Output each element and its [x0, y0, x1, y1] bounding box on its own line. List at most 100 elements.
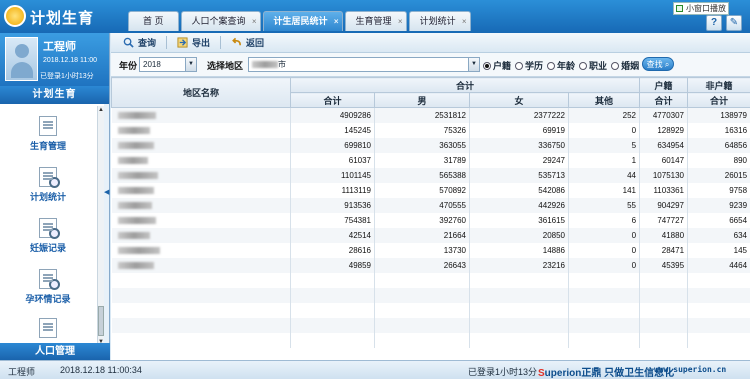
table-row[interactable]: 145245 75326 69919 0 128929 16316: [111, 122, 750, 138]
table-row[interactable]: [111, 317, 750, 333]
chevron-down-icon[interactable]: ▼: [468, 58, 479, 71]
region-blurred-text: [117, 201, 152, 209]
column-header-huji-total[interactable]: 合计: [639, 92, 689, 108]
user-login-duration: 已登录1小时13分: [40, 73, 94, 80]
value-cell: [687, 272, 750, 288]
radio-huji[interactable]: 户籍: [483, 59, 511, 72]
value-cell: 4909286: [290, 107, 375, 123]
value-cell: [639, 317, 689, 333]
radio-button[interactable]: [483, 61, 491, 70]
table-row[interactable]: 1113119 570892 542086 141 1103361 9758: [111, 182, 750, 198]
value-cell: 336750: [469, 137, 569, 153]
category-radio-group: 户籍 学历 年龄 职业 婚姻: [483, 59, 643, 72]
region-cell: [111, 122, 291, 138]
sidebar-section-population[interactable]: 人口管理: [0, 343, 110, 360]
value-cell: [374, 317, 470, 333]
column-header-total[interactable]: 合计: [290, 92, 375, 108]
value-cell: 570892: [374, 182, 470, 198]
export-button[interactable]: 导出: [171, 35, 216, 51]
sidebar-nav: 生育管理 计划统计 妊娠记录 孕环情记录: [0, 104, 104, 344]
value-cell: 1113119: [290, 182, 375, 198]
radio-age[interactable]: 年龄: [547, 59, 575, 72]
region-blurred-text: [252, 61, 278, 69]
table-row[interactable]: 913536 470555 442926 55 904297 9239: [111, 197, 750, 213]
column-header-female[interactable]: 女: [469, 92, 569, 108]
table-row[interactable]: 49859 26643 23216 0 45395 4464: [111, 257, 750, 273]
table-row[interactable]: 1101145 565388 535713 44 1075130 26015: [111, 167, 750, 183]
value-cell: 49859: [290, 257, 375, 273]
region-label: 选择地区: [207, 61, 244, 71]
radio-button[interactable]: [515, 61, 524, 70]
value-cell: [687, 317, 750, 333]
table-row[interactable]: 699810 363055 336750 5 634954 64856: [111, 137, 750, 153]
year-label: 年份: [119, 61, 138, 71]
value-cell: 542086: [469, 182, 569, 198]
popup-play-toggle[interactable]: 小窗口播放: [673, 2, 729, 15]
scroll-thumb[interactable]: [98, 306, 104, 336]
table-row[interactable]: [111, 332, 750, 348]
sidebar-section-title[interactable]: 计划生育: [0, 86, 109, 104]
chevron-down-icon[interactable]: ▼: [185, 58, 196, 71]
value-cell: 29247: [469, 152, 569, 168]
checkbox-icon[interactable]: [676, 5, 683, 12]
tab-3[interactable]: 生育管理 ×: [344, 11, 407, 31]
value-cell: 754381: [290, 212, 375, 228]
table-row[interactable]: 28616 13730 14886 0 28471 145: [111, 242, 750, 258]
sidebar-scrollbar[interactable]: ▲ ▼: [97, 106, 104, 346]
column-header-male[interactable]: 男: [374, 92, 470, 108]
radio-marriage[interactable]: 婚姻: [611, 59, 639, 72]
region-select[interactable]: 市 ▼: [248, 57, 480, 72]
close-icon[interactable]: ×: [334, 12, 339, 31]
collapse-sidebar-icon[interactable]: ◀: [104, 188, 110, 202]
table-row[interactable]: [111, 287, 750, 303]
tab-2[interactable]: 计生居民统计 ×: [262, 11, 343, 31]
tab-4[interactable]: 计划统计 ×: [408, 11, 471, 31]
table-row[interactable]: 61037 31789 29247 1 60147 890: [111, 152, 750, 168]
radio-button[interactable]: [579, 61, 588, 70]
value-cell: [290, 332, 375, 348]
column-header-nonhuji-total[interactable]: 合计: [687, 92, 750, 108]
region-blurred-text: [117, 141, 154, 149]
help-icon[interactable]: ?: [706, 15, 722, 31]
close-icon[interactable]: ×: [252, 12, 257, 31]
scroll-up-icon[interactable]: ▲: [98, 106, 104, 114]
table-row[interactable]: [111, 272, 750, 288]
status-bar: 工程师 2018.12.18 11:00:34 已登录1小时13分 Superi…: [0, 360, 750, 379]
tab-1[interactable]: 人口个案查询 ×: [180, 11, 261, 31]
sidebar-item-iud-record[interactable]: 孕环情记录: [0, 269, 96, 305]
column-header-region[interactable]: 地区名称: [111, 77, 291, 108]
value-cell: [290, 272, 375, 288]
back-button[interactable]: 返回: [225, 35, 270, 51]
table-row[interactable]: [111, 302, 750, 318]
radio-education[interactable]: 学历: [515, 59, 543, 72]
column-header-other[interactable]: 其他: [567, 92, 641, 108]
value-cell: 4464: [687, 257, 750, 273]
value-cell: 20850: [469, 227, 569, 243]
table-row[interactable]: 4909286 2531812 2377222 252 4770307 138979: [111, 107, 750, 123]
table-row[interactable]: 754381 392760 361615 6 747727 6654: [111, 212, 750, 228]
sidebar-item-plan-statistics[interactable]: 计划统计: [0, 167, 96, 203]
value-cell: 9758: [687, 182, 750, 198]
region-cell: [111, 152, 291, 168]
document-icon: [39, 116, 57, 136]
query-button[interactable]: 查询: [117, 35, 162, 51]
value-cell: 75326: [374, 122, 470, 138]
value-cell: 23216: [469, 257, 569, 273]
edit-icon[interactable]: ✎: [726, 15, 742, 31]
close-icon[interactable]: ×: [398, 12, 403, 31]
region-cell: [111, 257, 291, 273]
sidebar-item-birth-management[interactable]: 生育管理: [0, 116, 96, 152]
radio-button[interactable]: [547, 61, 556, 70]
radio-occupation[interactable]: 职业: [579, 59, 607, 72]
close-icon[interactable]: ×: [462, 12, 467, 31]
search-button[interactable]: 查找 ⌕: [642, 57, 674, 71]
sidebar-item-pregnancy-record[interactable]: 妊娠记录: [0, 218, 96, 254]
tab-0[interactable]: 首 页: [128, 11, 179, 31]
year-select[interactable]: 2018 ▼: [139, 57, 197, 72]
radio-button[interactable]: [611, 61, 620, 70]
region-cell: [111, 167, 291, 183]
value-cell: 470555: [374, 197, 470, 213]
brand-url[interactable]: www.superion.cn: [654, 365, 726, 374]
sidebar-item-more[interactable]: [0, 318, 96, 341]
table-row[interactable]: 42514 21664 20850 0 41880 634: [111, 227, 750, 243]
